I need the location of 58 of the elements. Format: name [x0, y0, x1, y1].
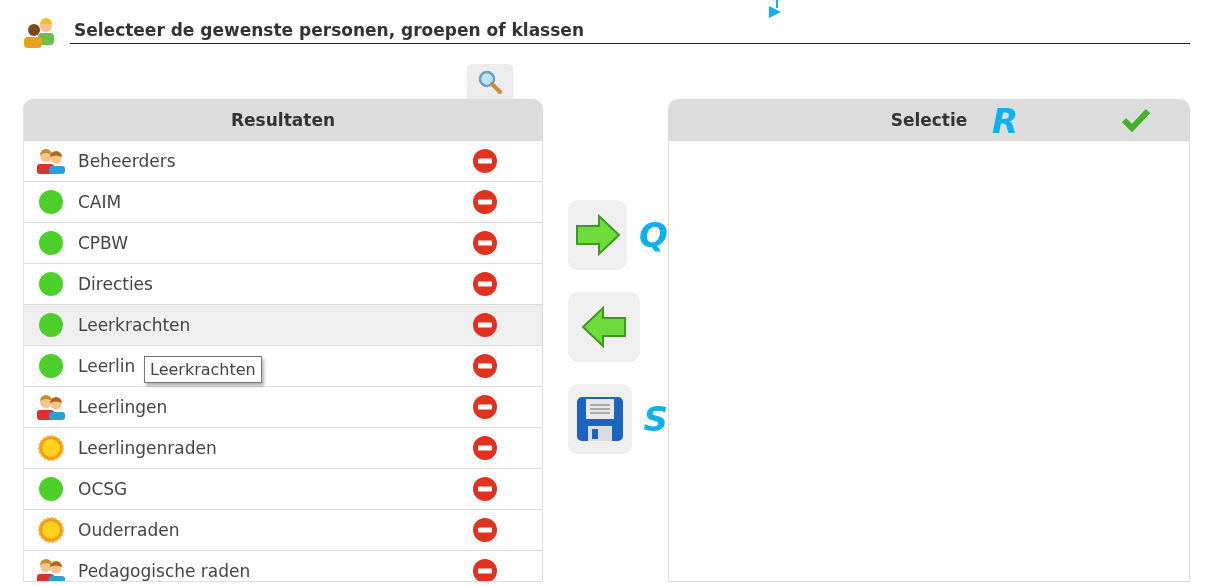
result-row[interactable]: Leerlingen [24, 387, 542, 428]
remove-icon[interactable] [472, 394, 498, 420]
tooltip: Leerkrachten [144, 356, 262, 383]
status-dot-icon [38, 312, 64, 338]
result-label: CPBW [78, 233, 128, 253]
result-row[interactable]: Beheerders [24, 141, 542, 182]
result-label: Ouderraden [78, 520, 180, 540]
result-row[interactable]: OCSG [24, 469, 542, 510]
annotation-letter: Q [639, 215, 668, 255]
result-label: OCSG [78, 479, 128, 499]
remove-icon[interactable] [472, 230, 498, 256]
remove-icon[interactable] [472, 148, 498, 174]
sun-icon [38, 435, 64, 461]
status-dot-icon [38, 476, 64, 502]
annotation-letter: S [643, 399, 668, 439]
remove-icon[interactable] [472, 517, 498, 543]
result-row[interactable]: Pedagogische raden [24, 551, 542, 581]
status-dot-icon [38, 271, 64, 297]
result-label: Leerlingen [78, 397, 168, 417]
remove-icon[interactable] [472, 476, 498, 502]
result-label: Leerlingenraden [78, 438, 217, 458]
annotation-letter: R [992, 101, 1019, 141]
result-row[interactable]: Leerkrachten [24, 305, 542, 346]
result-row[interactable]: CPBW [24, 223, 542, 264]
result-label: Pedagogische raden [78, 561, 251, 581]
checkmark-icon[interactable] [1122, 108, 1150, 132]
sun-icon [38, 517, 64, 543]
people-icon [36, 394, 66, 420]
right-arrow-icon [574, 214, 621, 256]
section-title: Selecteer de gewenste personen, groepen of klassen [74, 20, 584, 40]
result-label: Leerkrachten [78, 315, 191, 335]
annotation-arrow-icon [768, 0, 782, 20]
result-row[interactable]: CAIM [24, 182, 542, 223]
result-label: Beheerders [78, 151, 176, 171]
search-button[interactable] [467, 64, 513, 99]
remove-icon[interactable] [472, 312, 498, 338]
remove-icon[interactable] [472, 353, 498, 379]
panel-title: Resultaten [231, 110, 335, 130]
status-dot-icon [38, 353, 64, 379]
result-label: Directies [78, 274, 153, 294]
result-label: Leerlin [78, 356, 136, 376]
result-row[interactable]: Leerlingenraden [24, 428, 542, 469]
move-right-button[interactable] [568, 200, 628, 270]
remove-icon[interactable] [472, 558, 498, 581]
people-icon [36, 558, 66, 581]
remove-icon[interactable] [472, 435, 498, 461]
remove-icon[interactable] [472, 189, 498, 215]
result-label: CAIM [78, 192, 122, 212]
remove-icon[interactable] [472, 271, 498, 297]
status-dot-icon [38, 230, 64, 256]
save-button[interactable] [568, 384, 632, 454]
move-left-button[interactable] [568, 292, 640, 362]
search-icon [477, 68, 503, 95]
people-icon [36, 148, 66, 174]
result-row[interactable]: Ouderraden [24, 510, 542, 551]
panel-title: Selectie [890, 110, 968, 130]
left-arrow-icon [581, 306, 627, 348]
status-dot-icon [38, 189, 64, 215]
